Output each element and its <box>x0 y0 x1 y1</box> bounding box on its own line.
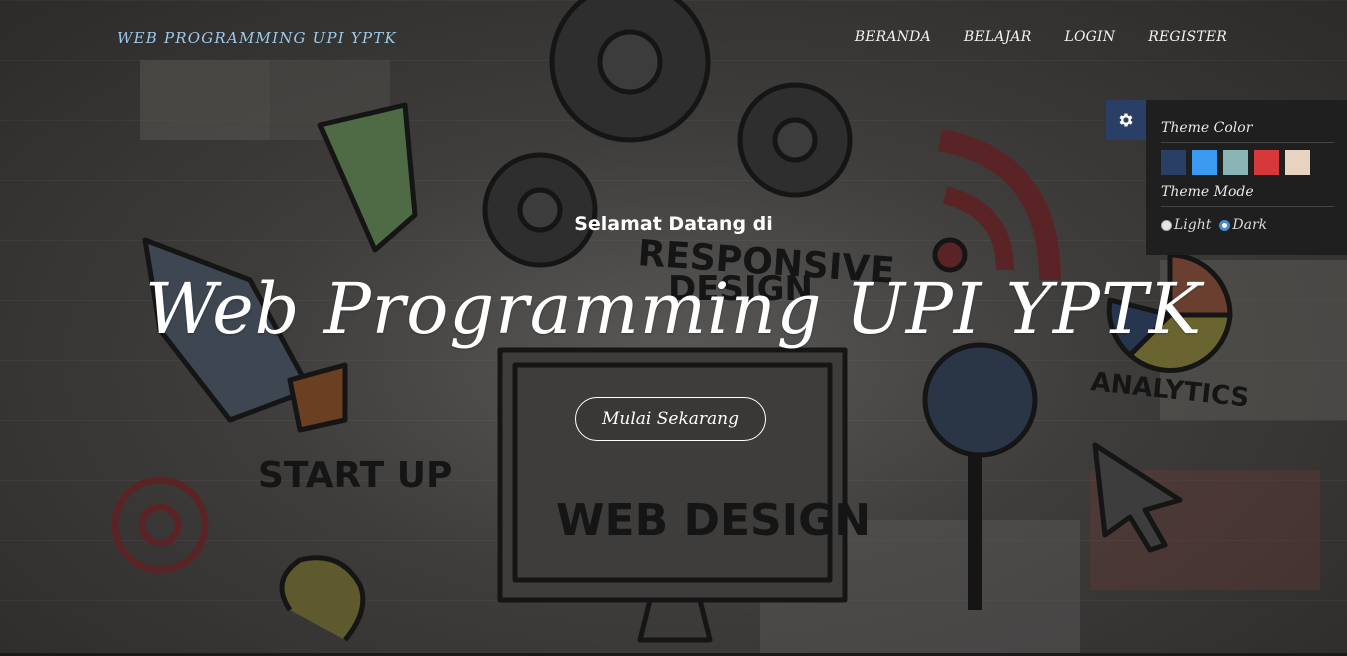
brand-logo[interactable]: WEB PROGRAMMING UPI YPTK <box>117 29 397 47</box>
theme-mode-heading: Theme Mode <box>1161 184 1334 207</box>
theme-mode-options: Light Dark <box>1161 217 1332 233</box>
mode-dark-option[interactable]: Dark <box>1219 217 1267 233</box>
sketch-label-analytics: ANALYTICS <box>1089 367 1250 413</box>
sketch-label-webdesign: WEB DESIGN <box>556 495 871 546</box>
swatch-red[interactable] <box>1254 150 1279 175</box>
hero-title: Web Programming UPI YPTK <box>144 268 1202 350</box>
main-nav: BERANDA BELAJAR LOGIN REGISTER <box>855 29 1227 45</box>
theme-color-swatches <box>1161 150 1332 175</box>
swatch-beige[interactable] <box>1285 150 1310 175</box>
nav-item-belajar[interactable]: BELAJAR <box>964 29 1032 45</box>
theme-color-heading: Theme Color <box>1161 120 1334 143</box>
start-now-button[interactable]: Mulai Sekarang <box>575 397 766 441</box>
theme-toggle-button[interactable] <box>1106 100 1146 140</box>
swatch-navy[interactable] <box>1161 150 1186 175</box>
gear-icon <box>1119 113 1133 127</box>
radio-light[interactable] <box>1161 219 1172 231</box>
theme-panel: Theme Color Theme Mode Light Dark <box>1146 100 1347 255</box>
sketch-label-startup: START UP <box>258 455 452 496</box>
mode-light-option[interactable]: Light <box>1161 217 1211 233</box>
nav-item-beranda[interactable]: BERANDA <box>855 29 931 45</box>
radio-dark[interactable] <box>1219 219 1231 231</box>
swatch-blue[interactable] <box>1192 150 1217 175</box>
mode-light-label: Light <box>1174 217 1212 233</box>
nav-item-login[interactable]: LOGIN <box>1064 29 1115 45</box>
hero-welcome: Selamat Datang di <box>574 213 773 235</box>
nav-item-register[interactable]: REGISTER <box>1148 29 1227 45</box>
swatch-teal[interactable] <box>1223 150 1248 175</box>
mode-dark-label: Dark <box>1232 217 1268 233</box>
